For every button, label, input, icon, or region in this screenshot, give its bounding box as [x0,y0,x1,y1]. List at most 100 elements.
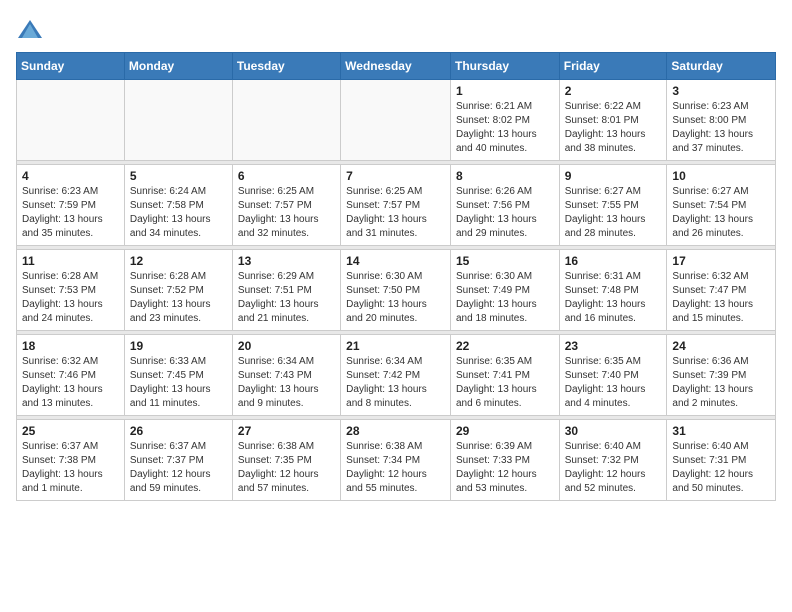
day-number: 19 [130,339,227,353]
day-info: Sunrise: 6:29 AM Sunset: 7:51 PM Dayligh… [238,270,335,326]
day-number: 25 [22,424,119,438]
day-number: 1 [456,84,554,98]
day-number: 3 [672,84,770,98]
calendar-cell: 23 Sunrise: 6:35 AM Sunset: 7:40 PM Dayli… [559,335,667,416]
day-info: Sunrise: 6:35 AM Sunset: 7:40 PM Dayligh… [565,355,662,411]
calendar-cell: 8Sunrise: 6:26 AM Sunset: 7:56 PM Daylig… [450,165,559,246]
calendar-cell: 19Sunrise: 6:33 AM Sunset: 7:45 PM Dayli… [124,335,232,416]
day-info: Sunrise: 6:32 AM Sunset: 7:47 PM Dayligh… [672,270,770,326]
day-info: Sunrise: 6:23 AM Sunset: 8:00 PM Dayligh… [672,100,770,156]
calendar-cell: 17 Sunrise: 6:32 AM Sunset: 7:47 PM Dayli… [667,250,776,331]
calendar-cell: 28Sunrise: 6:38 AM Sunset: 7:34 PM Dayli… [341,420,451,501]
day-number: 5 [130,169,227,183]
calendar-week-row: 18 Sunrise: 6:32 AM Sunset: 7:46 PM Dayli… [17,335,776,416]
calendar-week-row: 1 Sunrise: 6:21 AM Sunset: 8:02 PM Daylig… [17,80,776,161]
calendar-cell: 12 Sunrise: 6:28 AM Sunset: 7:52 PM Dayli… [124,250,232,331]
day-info: Sunrise: 6:27 AM Sunset: 7:55 PM Dayligh… [565,185,662,241]
page-header [16,16,776,44]
calendar-cell: 3 Sunrise: 6:23 AM Sunset: 8:00 PM Daylig… [667,80,776,161]
day-number: 27 [238,424,335,438]
day-info: Sunrise: 6:31 AM Sunset: 7:48 PM Dayligh… [565,270,662,326]
calendar-week-row: 4 Sunrise: 6:23 AM Sunset: 7:59 PM Daylig… [17,165,776,246]
calendar-cell: 11 Sunrise: 6:28 AM Sunset: 7:53 PM Dayli… [17,250,125,331]
calendar-week-row: 25 Sunrise: 6:37 AM Sunset: 7:38 PM Dayli… [17,420,776,501]
day-number: 4 [22,169,119,183]
day-info: Sunrise: 6:21 AM Sunset: 8:02 PM Dayligh… [456,100,554,156]
day-info: Sunrise: 6:22 AM Sunset: 8:01 PM Dayligh… [565,100,662,156]
day-number: 12 [130,254,227,268]
day-info: Sunrise: 6:27 AM Sunset: 7:54 PM Dayligh… [672,185,770,241]
calendar-cell: 18 Sunrise: 6:32 AM Sunset: 7:46 PM Dayli… [17,335,125,416]
day-number: 13 [238,254,335,268]
weekday-header: Wednesday [341,53,451,80]
day-number: 14 [346,254,445,268]
day-number: 30 [565,424,662,438]
day-info: Sunrise: 6:28 AM Sunset: 7:52 PM Dayligh… [130,270,227,326]
calendar-cell: 9 Sunrise: 6:27 AM Sunset: 7:55 PM Daylig… [559,165,667,246]
day-info: Sunrise: 6:40 AM Sunset: 7:31 PM Dayligh… [672,440,770,496]
calendar-cell [17,80,125,161]
calendar-cell: 14Sunrise: 6:30 AM Sunset: 7:50 PM Dayli… [341,250,451,331]
calendar-cell: 21 Sunrise: 6:34 AM Sunset: 7:42 PM Dayli… [341,335,451,416]
calendar-cell: 31 Sunrise: 6:40 AM Sunset: 7:31 PM Dayli… [667,420,776,501]
day-info: Sunrise: 6:39 AM Sunset: 7:33 PM Dayligh… [456,440,554,496]
day-info: Sunrise: 6:28 AM Sunset: 7:53 PM Dayligh… [22,270,119,326]
day-number: 16 [565,254,662,268]
day-info: Sunrise: 6:37 AM Sunset: 7:37 PM Dayligh… [130,440,227,496]
calendar-cell: 22Sunrise: 6:35 AM Sunset: 7:41 PM Dayli… [450,335,559,416]
calendar-cell: 13 Sunrise: 6:29 AM Sunset: 7:51 PM Dayli… [232,250,340,331]
day-info: Sunrise: 6:40 AM Sunset: 7:32 PM Dayligh… [565,440,662,496]
day-number: 22 [456,339,554,353]
day-number: 18 [22,339,119,353]
day-info: Sunrise: 6:25 AM Sunset: 7:57 PM Dayligh… [238,185,335,241]
calendar-cell: 5 Sunrise: 6:24 AM Sunset: 7:58 PM Daylig… [124,165,232,246]
calendar-cell: 29 Sunrise: 6:39 AM Sunset: 7:33 PM Dayli… [450,420,559,501]
calendar-cell: 2 Sunrise: 6:22 AM Sunset: 8:01 PM Daylig… [559,80,667,161]
calendar-cell: 10 Sunrise: 6:27 AM Sunset: 7:54 PM Dayli… [667,165,776,246]
day-number: 7 [346,169,445,183]
calendar-cell: 27 Sunrise: 6:38 AM Sunset: 7:35 PM Dayli… [232,420,340,501]
calendar-cell: 15 Sunrise: 6:30 AM Sunset: 7:49 PM Dayli… [450,250,559,331]
weekday-header: Friday [559,53,667,80]
day-info: Sunrise: 6:24 AM Sunset: 7:58 PM Dayligh… [130,185,227,241]
weekday-header: Tuesday [232,53,340,80]
day-info: Sunrise: 6:38 AM Sunset: 7:35 PM Dayligh… [238,440,335,496]
calendar-cell: 24 Sunrise: 6:36 AM Sunset: 7:39 PM Dayli… [667,335,776,416]
calendar: SundayMondayTuesdayWednesdayThursdayFrid… [16,52,776,501]
day-number: 21 [346,339,445,353]
day-number: 29 [456,424,554,438]
day-number: 15 [456,254,554,268]
calendar-cell: 25 Sunrise: 6:37 AM Sunset: 7:38 PM Dayli… [17,420,125,501]
day-number: 2 [565,84,662,98]
day-number: 26 [130,424,227,438]
calendar-cell [232,80,340,161]
calendar-cell: 16 Sunrise: 6:31 AM Sunset: 7:48 PM Dayli… [559,250,667,331]
day-number: 17 [672,254,770,268]
day-info: Sunrise: 6:38 AM Sunset: 7:34 PM Dayligh… [346,440,445,496]
weekday-header: Saturday [667,53,776,80]
calendar-cell: 6 Sunrise: 6:25 AM Sunset: 7:57 PM Daylig… [232,165,340,246]
day-number: 8 [456,169,554,183]
day-info: Sunrise: 6:30 AM Sunset: 7:49 PM Dayligh… [456,270,554,326]
day-number: 10 [672,169,770,183]
day-info: Sunrise: 6:32 AM Sunset: 7:46 PM Dayligh… [22,355,119,411]
day-number: 6 [238,169,335,183]
day-info: Sunrise: 6:36 AM Sunset: 7:39 PM Dayligh… [672,355,770,411]
day-info: Sunrise: 6:34 AM Sunset: 7:43 PM Dayligh… [238,355,335,411]
weekday-header: Sunday [17,53,125,80]
day-info: Sunrise: 6:23 AM Sunset: 7:59 PM Dayligh… [22,185,119,241]
calendar-cell: 26 Sunrise: 6:37 AM Sunset: 7:37 PM Dayli… [124,420,232,501]
logo [16,16,48,44]
weekday-header-row: SundayMondayTuesdayWednesdayThursdayFrid… [17,53,776,80]
logo-icon [16,16,44,44]
day-number: 9 [565,169,662,183]
weekday-header: Thursday [450,53,559,80]
day-number: 11 [22,254,119,268]
day-number: 31 [672,424,770,438]
day-number: 24 [672,339,770,353]
day-info: Sunrise: 6:37 AM Sunset: 7:38 PM Dayligh… [22,440,119,496]
calendar-cell [341,80,451,161]
day-number: 23 [565,339,662,353]
day-info: Sunrise: 6:34 AM Sunset: 7:42 PM Dayligh… [346,355,445,411]
calendar-cell: 7Sunrise: 6:25 AM Sunset: 7:57 PM Daylig… [341,165,451,246]
